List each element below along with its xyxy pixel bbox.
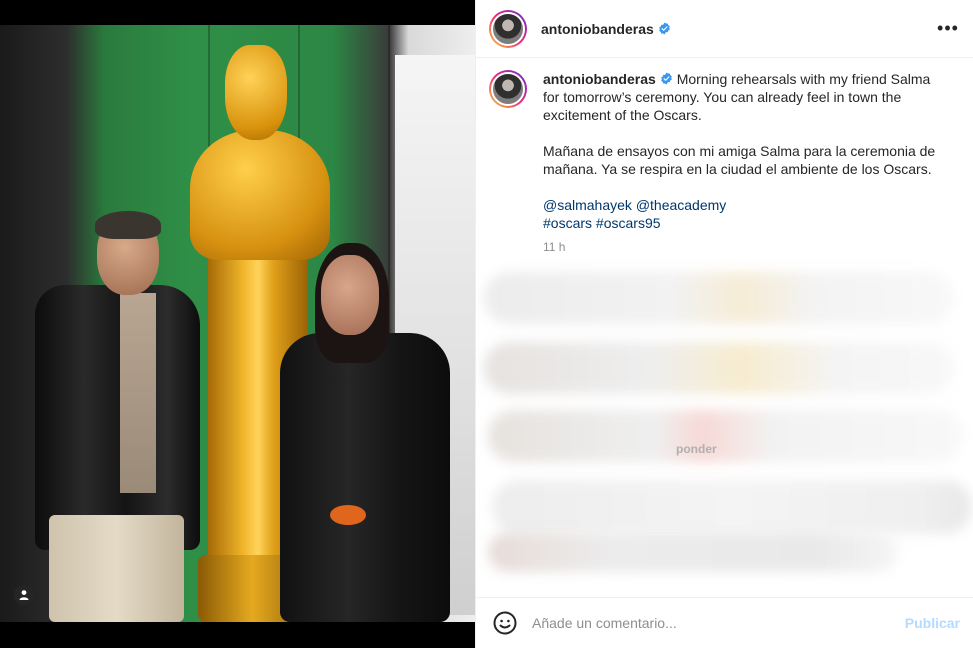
blurred-comment xyxy=(488,532,898,572)
belt-buckle xyxy=(330,505,366,525)
blurred-comment xyxy=(492,480,972,534)
post-photo[interactable] xyxy=(0,25,475,622)
caption-spanish: Mañana de ensayos con mi amiga Salma par… xyxy=(543,143,936,177)
caption-username[interactable]: antoniobanderas xyxy=(543,71,656,87)
caption-hashtags: #oscars #oscars95 xyxy=(543,214,948,232)
verified-badge-icon xyxy=(659,22,670,35)
face xyxy=(321,255,379,335)
person-right xyxy=(275,243,455,622)
person-left xyxy=(35,211,205,622)
post-header: antoniobanderas ••• xyxy=(476,0,973,58)
mention-link[interactable]: @theacademy xyxy=(636,197,726,213)
post-details-pane: antoniobanderas ••• antoniobanderas Morn… xyxy=(475,0,973,648)
oscar-statue-head xyxy=(225,45,287,140)
blurred-comment xyxy=(484,272,954,324)
header-username[interactable]: antoniobanderas xyxy=(541,21,654,37)
avatar-image xyxy=(491,11,525,46)
oscar-statue-torso xyxy=(190,130,330,260)
comment-input[interactable] xyxy=(532,615,905,631)
post-caption: antoniobanderas Morning rehearsals with … xyxy=(489,70,959,256)
hashtag-link[interactable]: #oscars95 xyxy=(596,215,661,231)
caption-avatar[interactable] xyxy=(489,70,527,108)
black-outfit xyxy=(280,333,450,622)
blurred-comment xyxy=(484,342,954,394)
post-photo-pane xyxy=(0,0,475,648)
mention-link[interactable]: @salmahayek xyxy=(543,197,632,213)
publish-button[interactable]: Publicar xyxy=(905,615,960,631)
caption-body: antoniobanderas Morning rehearsals with … xyxy=(543,70,948,256)
avatar-image xyxy=(491,72,525,106)
verified-badge-icon xyxy=(661,72,672,85)
caption-english: antoniobanderas Morning rehearsals with … xyxy=(543,71,930,123)
emoji-smiley-svg xyxy=(493,611,517,635)
blurred-comment xyxy=(488,410,963,462)
shirt xyxy=(120,293,156,493)
leather-jacket xyxy=(35,285,200,550)
hair xyxy=(95,211,161,239)
more-options-icon[interactable]: ••• xyxy=(936,16,960,40)
comment-bar: Publicar xyxy=(476,597,973,648)
post-timestamp[interactable]: 11 h xyxy=(543,238,948,256)
user-tag-icon[interactable] xyxy=(14,585,34,605)
pants xyxy=(49,515,184,622)
hashtag-link[interactable]: #oscars xyxy=(543,215,592,231)
partial-reply-text: ponder xyxy=(676,442,717,456)
user-silhouette-icon xyxy=(19,590,29,600)
caption-mentions: @salmahayek @theacademy xyxy=(543,196,948,214)
avatar[interactable] xyxy=(489,9,527,48)
blurred-comments: ponder xyxy=(484,270,973,590)
emoji-smiley-icon[interactable] xyxy=(492,610,518,636)
